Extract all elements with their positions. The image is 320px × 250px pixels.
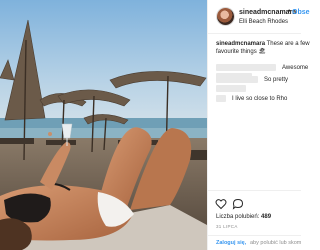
blurred-username	[216, 85, 246, 92]
follow-button[interactable]: Obse	[292, 9, 310, 16]
blurred-username	[216, 76, 258, 83]
likes-number: 489	[261, 214, 272, 220]
post-actions: Liczba polubień: 489 31 LIPCA Zaloguj si…	[208, 190, 301, 250]
comment-text: Awesome	[282, 65, 309, 71]
post-header: sineadmcnamara • Obse Elli Beach Rhodes	[208, 0, 310, 34]
location-link[interactable]: Elli Beach Rhodes	[239, 19, 288, 25]
login-prompt-text: aby polubić lub skom	[250, 240, 302, 246]
comment-icon[interactable]	[232, 198, 244, 210]
comment-item: So pretty	[216, 76, 301, 92]
likes-label: Liczba polubień:	[216, 214, 260, 220]
likes-count[interactable]: Liczba polubień: 489	[216, 214, 271, 220]
comment-item: I live so close to Rho	[216, 95, 301, 105]
caption-text-line2: favourite things 🏖	[216, 49, 266, 55]
avatar[interactable]	[217, 8, 234, 25]
heart-icon[interactable]	[215, 198, 227, 210]
caption-username[interactable]: sineadmcnamara	[216, 41, 265, 47]
blurred-username	[216, 64, 276, 71]
login-link[interactable]: Zaloguj się,	[216, 240, 246, 246]
post-date: 31 LIPCA	[216, 224, 238, 229]
post-sidebar: sineadmcnamara • Obse Elli Beach Rhodes …	[207, 0, 310, 250]
login-prompt: Zaloguj się, aby polubić lub skom	[208, 235, 301, 250]
comment-item: Awesome	[216, 64, 308, 80]
separator-dot: •	[288, 8, 291, 15]
blurred-username	[216, 95, 226, 102]
comment-text: I live so close to Rho	[232, 96, 288, 102]
post-caption: sineadmcnamara These are a few favourite…	[216, 40, 310, 56]
post-photo	[0, 0, 207, 250]
caption-text-line1: These are a few	[266, 41, 310, 47]
beach-photo	[0, 0, 207, 250]
comment-text: So pretty	[264, 77, 289, 83]
